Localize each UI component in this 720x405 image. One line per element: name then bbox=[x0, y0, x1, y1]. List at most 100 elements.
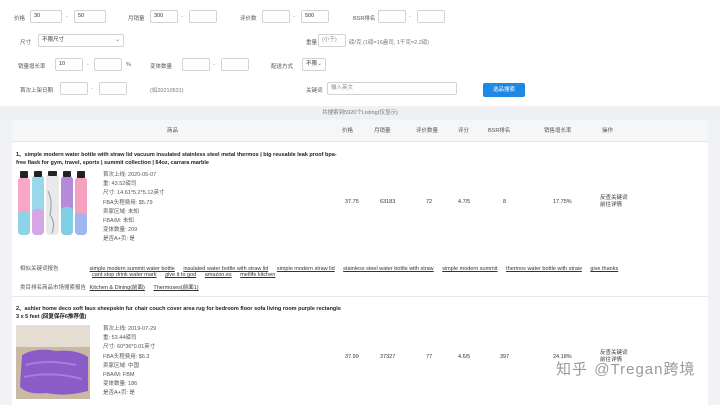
detail-weight: 重: 53.44磅司 bbox=[103, 335, 137, 342]
detail-seller-region: 卖家区域: 中国 bbox=[103, 362, 140, 369]
reverse-keyword-link[interactable]: 反查关键词 bbox=[600, 350, 628, 357]
chevron-down-icon: ⌄ bbox=[114, 37, 120, 43]
keyword-link[interactable]: give it to god bbox=[165, 272, 196, 278]
detail-first-listed: 首次上线: 2020-05-07 bbox=[103, 172, 157, 178]
cell-rating: 4.7/5 bbox=[458, 199, 471, 205]
cell-bsr: 397 bbox=[500, 354, 510, 360]
detail-aplus: 是否A+页: 是 bbox=[103, 390, 135, 397]
dash: - bbox=[87, 62, 89, 68]
reviews-max-input[interactable]: 500 bbox=[301, 10, 329, 23]
weight-hint: 磅/克 (1磅=16盎司, 1千克=2.2磅) bbox=[349, 40, 430, 46]
product-image bbox=[18, 171, 87, 235]
col-rating[interactable]: 评分 bbox=[458, 120, 469, 142]
variants-max-input[interactable] bbox=[221, 58, 249, 71]
dash: - bbox=[91, 86, 93, 92]
keywords-label: 相似关键词报告 bbox=[20, 266, 59, 272]
price-max-input[interactable]: 50 bbox=[74, 10, 106, 23]
first-listed-from-input[interactable] bbox=[60, 82, 88, 95]
cell-rating: 4.6/5 bbox=[458, 354, 471, 360]
sales-growth-max-input[interactable] bbox=[94, 58, 122, 71]
category-list: 类目排名商品市场搜索报告 Kitchen & Dining(前面) Thermo… bbox=[20, 283, 700, 291]
product-details: 首次上线: 2019-07-29 重: 53.44磅司 尺寸: 60*36*0.… bbox=[103, 325, 156, 399]
cell-price: 37.99 bbox=[345, 354, 359, 360]
detail-fulfillment: FBA/M: 未知 bbox=[103, 218, 134, 225]
size-select[interactable]: 不限尺寸 ⌄ bbox=[38, 34, 124, 47]
percent-unit: % bbox=[126, 62, 131, 68]
search-button[interactable]: 选品搜索 bbox=[483, 83, 525, 97]
watermark-handle: @Tregan跨境 bbox=[594, 361, 696, 378]
first-listed-label: 首次上架日期 bbox=[20, 88, 54, 94]
keyword-list: 相似关键词报告 simple modern summit water bottl… bbox=[20, 264, 700, 272]
detail-fba-fee: FBA头程费用: $5.79 bbox=[103, 199, 153, 206]
row-actions: 反查关键词 前往详情 bbox=[600, 195, 628, 209]
reverse-keyword-link[interactable]: 反查关键词 bbox=[600, 195, 628, 202]
col-growth[interactable]: 销售增长率 bbox=[544, 120, 572, 142]
price-label: 价格 bbox=[14, 16, 26, 22]
detail-seller-region: 卖家区域: 未知 bbox=[103, 208, 140, 215]
keyword-label: 关键词 bbox=[306, 88, 323, 94]
view-detail-link[interactable]: 前往详情 bbox=[600, 202, 628, 209]
detail-variants: 变体数量: 186 bbox=[103, 381, 138, 388]
monthly-sales-max-input[interactable] bbox=[189, 10, 217, 23]
category-link[interactable]: Thermoses(前面1) bbox=[153, 283, 198, 291]
col-monthly-sales[interactable]: 月销量 bbox=[374, 120, 391, 142]
row-divider bbox=[12, 296, 708, 297]
bsr-label: BSR排名 bbox=[353, 16, 376, 22]
dash: - bbox=[66, 14, 68, 20]
col-product: 商品 bbox=[167, 128, 179, 134]
size-label: 尺寸 bbox=[20, 40, 32, 46]
cell-price: 37.75 bbox=[345, 199, 359, 205]
col-actions: 操作 bbox=[602, 128, 614, 134]
cell-growth: 17.75% bbox=[553, 199, 572, 205]
detail-variants: 变体数量: 209 bbox=[103, 227, 138, 234]
cell-monthly-sales: 63183 bbox=[380, 199, 396, 205]
weight-input[interactable]: (小于) bbox=[318, 34, 346, 47]
filter-panel: 价格 30 - 50 月销量 300 - 评价数 - 500 BSR排名 - 尺… bbox=[0, 0, 720, 106]
cell-reviews: 77 bbox=[426, 354, 433, 360]
dash: - bbox=[409, 14, 411, 20]
dash: - bbox=[181, 14, 183, 20]
size-select-value: 不限尺寸 bbox=[42, 37, 65, 43]
col-reviews[interactable]: 评价数量 bbox=[416, 120, 438, 142]
fulfillment-label: 配送方式 bbox=[271, 64, 294, 70]
watermark-brand: 知乎 bbox=[556, 361, 589, 378]
fulfillment-select[interactable]: 不限 ⌄ bbox=[302, 58, 326, 71]
detail-fulfillment: FBA/M: FBM bbox=[103, 372, 135, 379]
monthly-sales-label: 月销量 bbox=[128, 16, 145, 22]
detail-first-listed: 首次上线: 2019-07-29 bbox=[103, 326, 157, 332]
col-price[interactable]: 价格 bbox=[342, 120, 353, 142]
monthly-sales-min-input[interactable]: 300 bbox=[150, 10, 178, 23]
bsr-min-input[interactable] bbox=[378, 10, 406, 23]
keyword-link[interactable]: metlife kitchen bbox=[240, 272, 275, 278]
product-image bbox=[16, 325, 90, 399]
keyword-link[interactable]: amazon.es bbox=[205, 272, 232, 278]
variants-label: 变体数量 bbox=[150, 64, 173, 70]
price-min-input[interactable]: 30 bbox=[30, 10, 62, 23]
detail-size: 尺寸: 14.61*5.2*5.12英寸 bbox=[103, 190, 165, 197]
dash: - bbox=[213, 62, 215, 68]
weight-label: 重量 bbox=[306, 40, 318, 46]
reviews-min-input[interactable] bbox=[262, 10, 290, 23]
sales-growth-min-input[interactable]: 10 bbox=[55, 58, 83, 71]
category-link[interactable]: Kitchen & Dining(前面) bbox=[90, 283, 145, 291]
first-listed-hint: (如20210531) bbox=[150, 88, 184, 94]
categories-label: 类目排名商品市场搜索报告 bbox=[20, 285, 87, 291]
detail-size: 尺寸: 60*36*0.01英寸 bbox=[103, 344, 156, 351]
watermark: 知乎 @Tregan跨境 bbox=[556, 358, 696, 380]
detail-aplus: 是否A+页: 是 bbox=[103, 236, 135, 243]
variants-min-input[interactable] bbox=[182, 58, 210, 71]
col-bsr[interactable]: BSR排名 bbox=[488, 120, 510, 142]
reviews-label: 评价数 bbox=[240, 16, 257, 22]
table-header: 商品 价格 月销量 评价数量 评分 BSR排名 销售增长率 操作 bbox=[12, 120, 708, 142]
keyword-input[interactable]: 输入英文 bbox=[327, 82, 457, 95]
bsr-max-input[interactable] bbox=[417, 10, 445, 23]
product-title[interactable]: 2、ashler home deco soft faux sheepskin f… bbox=[16, 305, 341, 321]
product-details: 首次上线: 2020-05-07 重: 43.52磅司 尺寸: 14.61*5.… bbox=[103, 171, 164, 245]
first-listed-to-input[interactable] bbox=[99, 82, 127, 95]
dash: - bbox=[293, 14, 295, 20]
product-title[interactable]: 1、simple modern water bottle with straw … bbox=[16, 151, 341, 167]
cell-monthly-sales: 37327 bbox=[380, 354, 396, 360]
keyword-link[interactable]: cant stop drink water mark bbox=[92, 272, 157, 278]
detail-fba-fee: FBA头程费用: $6.3 bbox=[103, 353, 150, 360]
sales-growth-label: 销量增长率 bbox=[18, 64, 46, 70]
